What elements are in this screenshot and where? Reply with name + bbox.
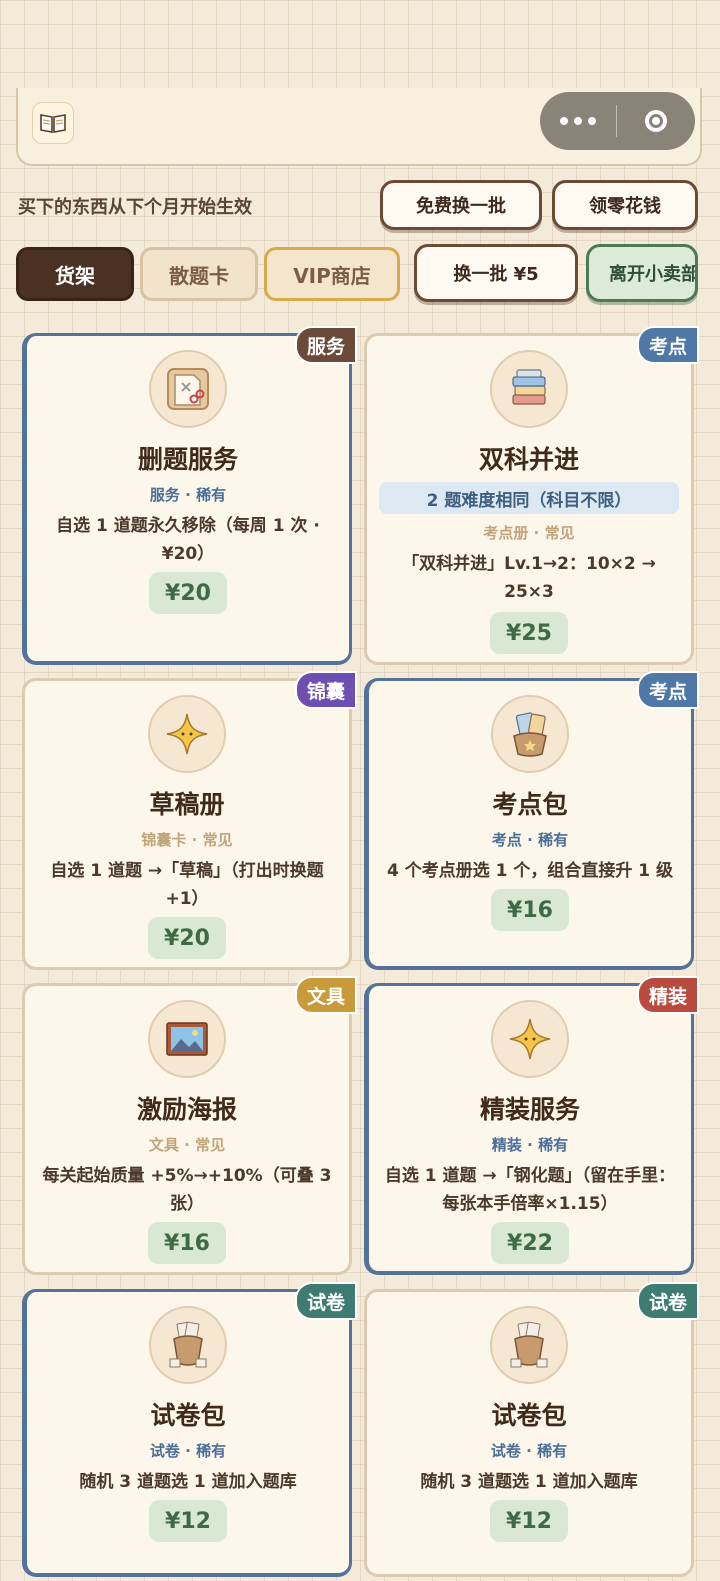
item-title: 删题服务 <box>137 445 238 474</box>
item-description: 「双科并进」Lv.1→2：10×2 → 25×3 <box>402 554 656 602</box>
item-title: 草稿册 <box>149 790 225 819</box>
book-stack-icon <box>490 350 568 428</box>
free-refresh-button[interactable]: 免费换一批 <box>380 180 542 230</box>
book-icon[interactable] <box>32 102 74 144</box>
tab-vip-shop[interactable]: VIP商店 <box>264 247 400 301</box>
item-rarity: 稀有 <box>196 486 227 504</box>
price-button[interactable]: ¥16 <box>491 889 569 931</box>
collect-money-button[interactable]: 领零花钱 <box>552 180 698 230</box>
category-badge: 锦囊 <box>294 671 357 709</box>
category-badge: 考点 <box>636 326 699 364</box>
more-menu-icon[interactable] <box>540 92 616 150</box>
leave-shop-button[interactable]: 离开小卖部 <box>586 244 698 302</box>
price-button[interactable]: ¥16 <box>148 1222 226 1264</box>
refresh-paid-button[interactable]: 换一批 ¥5 <box>414 244 578 302</box>
price-button[interactable]: ¥20 <box>149 572 227 614</box>
category-badge: 文具 <box>294 976 357 1014</box>
scissors-paper-icon <box>149 350 227 428</box>
price-button[interactable]: ¥25 <box>490 612 568 654</box>
category-badge: 精装 <box>636 976 699 1014</box>
item-type: 文具 <box>148 1136 179 1154</box>
shop-card[interactable]: 试卷 试卷包 试卷 · 稀有 随机 3 道题选 1 道加入题库 ¥12 <box>22 1282 357 1577</box>
item-meta: 考点册 · 常见 <box>483 524 575 542</box>
card-pack-icon <box>491 695 569 773</box>
shop-card[interactable]: 试卷 试卷包 试卷 · 稀有 随机 3 道题选 1 道加入题库 ¥12 <box>364 1282 699 1577</box>
item-type: 服务 <box>149 486 180 504</box>
shop-card[interactable]: 考点 考点包 考点 · 稀有 4 个考点册选 1 个，组合直接升 1 级 ¥16 <box>364 671 699 970</box>
item-rarity: 常见 <box>195 1136 226 1154</box>
item-description: 4 个考点册选 1 个，组合直接升 1 级 <box>386 861 674 881</box>
close-miniprogram-icon[interactable] <box>617 92 695 150</box>
item-type: 考点 <box>491 831 522 849</box>
item-rarity: 稀有 <box>537 1442 568 1460</box>
poster-icon <box>148 1000 226 1078</box>
category-badge: 服务 <box>294 326 357 364</box>
item-type: 精装 <box>491 1136 522 1154</box>
category-badge: 试卷 <box>636 1282 699 1320</box>
shop-card[interactable]: 服务 删题服务 服务 · 稀有 自选 1 道题永久移除（每周 1 次 · ¥20… <box>22 326 357 665</box>
paper-bag-icon <box>490 1306 568 1384</box>
item-rarity: 常见 <box>544 524 575 542</box>
shop-card[interactable]: 精装 精装服务 精装 · 稀有 自选 1 道题 →「钢化题」（留在手里：每张本手… <box>364 976 699 1275</box>
price-button[interactable]: ¥12 <box>490 1500 568 1542</box>
item-meta: 试卷 · 稀有 <box>149 1442 227 1460</box>
item-rarity: 稀有 <box>538 1136 569 1154</box>
star-icon <box>491 1000 569 1078</box>
item-meta: 服务 · 稀有 <box>149 486 227 504</box>
item-title: 激励海报 <box>136 1095 237 1124</box>
item-meta: 锦囊卡 · 常见 <box>141 831 233 849</box>
item-title: 试卷包 <box>150 1401 226 1430</box>
item-type: 试卷 <box>490 1442 521 1460</box>
tab-shelf[interactable]: 货架 <box>16 247 134 301</box>
item-highlight: 2 题难度相同（科目不限） <box>379 482 679 514</box>
item-description: 自选 1 道题 →「钢化题」（留在手里：每张本手倍率×1.15） <box>384 1166 676 1214</box>
item-meta: 文具 · 常见 <box>148 1136 226 1154</box>
item-type: 考点册 <box>483 524 529 542</box>
item-title: 精装服务 <box>479 1095 580 1124</box>
item-title: 试卷包 <box>491 1401 567 1430</box>
effect-notice: 买下的东西从下个月开始生效 <box>18 197 252 218</box>
price-button[interactable]: ¥20 <box>148 917 226 959</box>
item-rarity: 稀有 <box>196 1442 227 1460</box>
category-badge: 考点 <box>636 671 699 709</box>
item-description: 随机 3 道题选 1 道加入题库 <box>79 1472 297 1492</box>
item-meta: 考点 · 稀有 <box>491 831 569 849</box>
item-title: 双科并进 <box>478 445 579 474</box>
tab-single-cards[interactable]: 散题卡 <box>140 247 258 301</box>
item-meta: 试卷 · 稀有 <box>490 1442 568 1460</box>
item-meta: 精装 · 稀有 <box>491 1136 569 1154</box>
item-description: 随机 3 道题选 1 道加入题库 <box>420 1472 638 1492</box>
price-button[interactable]: ¥12 <box>149 1500 227 1542</box>
shop-card[interactable]: 文具 激励海报 文具 · 常见 每关起始质量 +5%→+10%（可叠 3 张） … <box>22 976 357 1275</box>
shop-card[interactable]: 考点 双科并进 2 题难度相同（科目不限） 考点册 · 常见 「双科并进」Lv.… <box>364 326 699 665</box>
paper-bag-icon <box>149 1306 227 1384</box>
item-description: 自选 1 道题 →「草稿」（打出时换题+1） <box>50 861 324 909</box>
item-description: 自选 1 道题永久移除（每周 1 次 · ¥20） <box>56 516 320 564</box>
item-rarity: 稀有 <box>538 831 569 849</box>
item-rarity: 常见 <box>202 831 233 849</box>
price-button[interactable]: ¥22 <box>491 1222 569 1264</box>
miniprogram-capsule <box>540 92 695 150</box>
item-type: 试卷 <box>149 1442 180 1460</box>
star-icon <box>148 695 226 773</box>
item-type: 锦囊卡 <box>141 831 187 849</box>
category-badge: 试卷 <box>294 1282 357 1320</box>
item-title: 考点包 <box>492 790 568 819</box>
shop-card[interactable]: 锦囊 草稿册 锦囊卡 · 常见 自选 1 道题 →「草稿」（打出时换题+1） ¥… <box>22 671 357 970</box>
item-description: 每关起始质量 +5%→+10%（可叠 3 张） <box>42 1166 332 1214</box>
